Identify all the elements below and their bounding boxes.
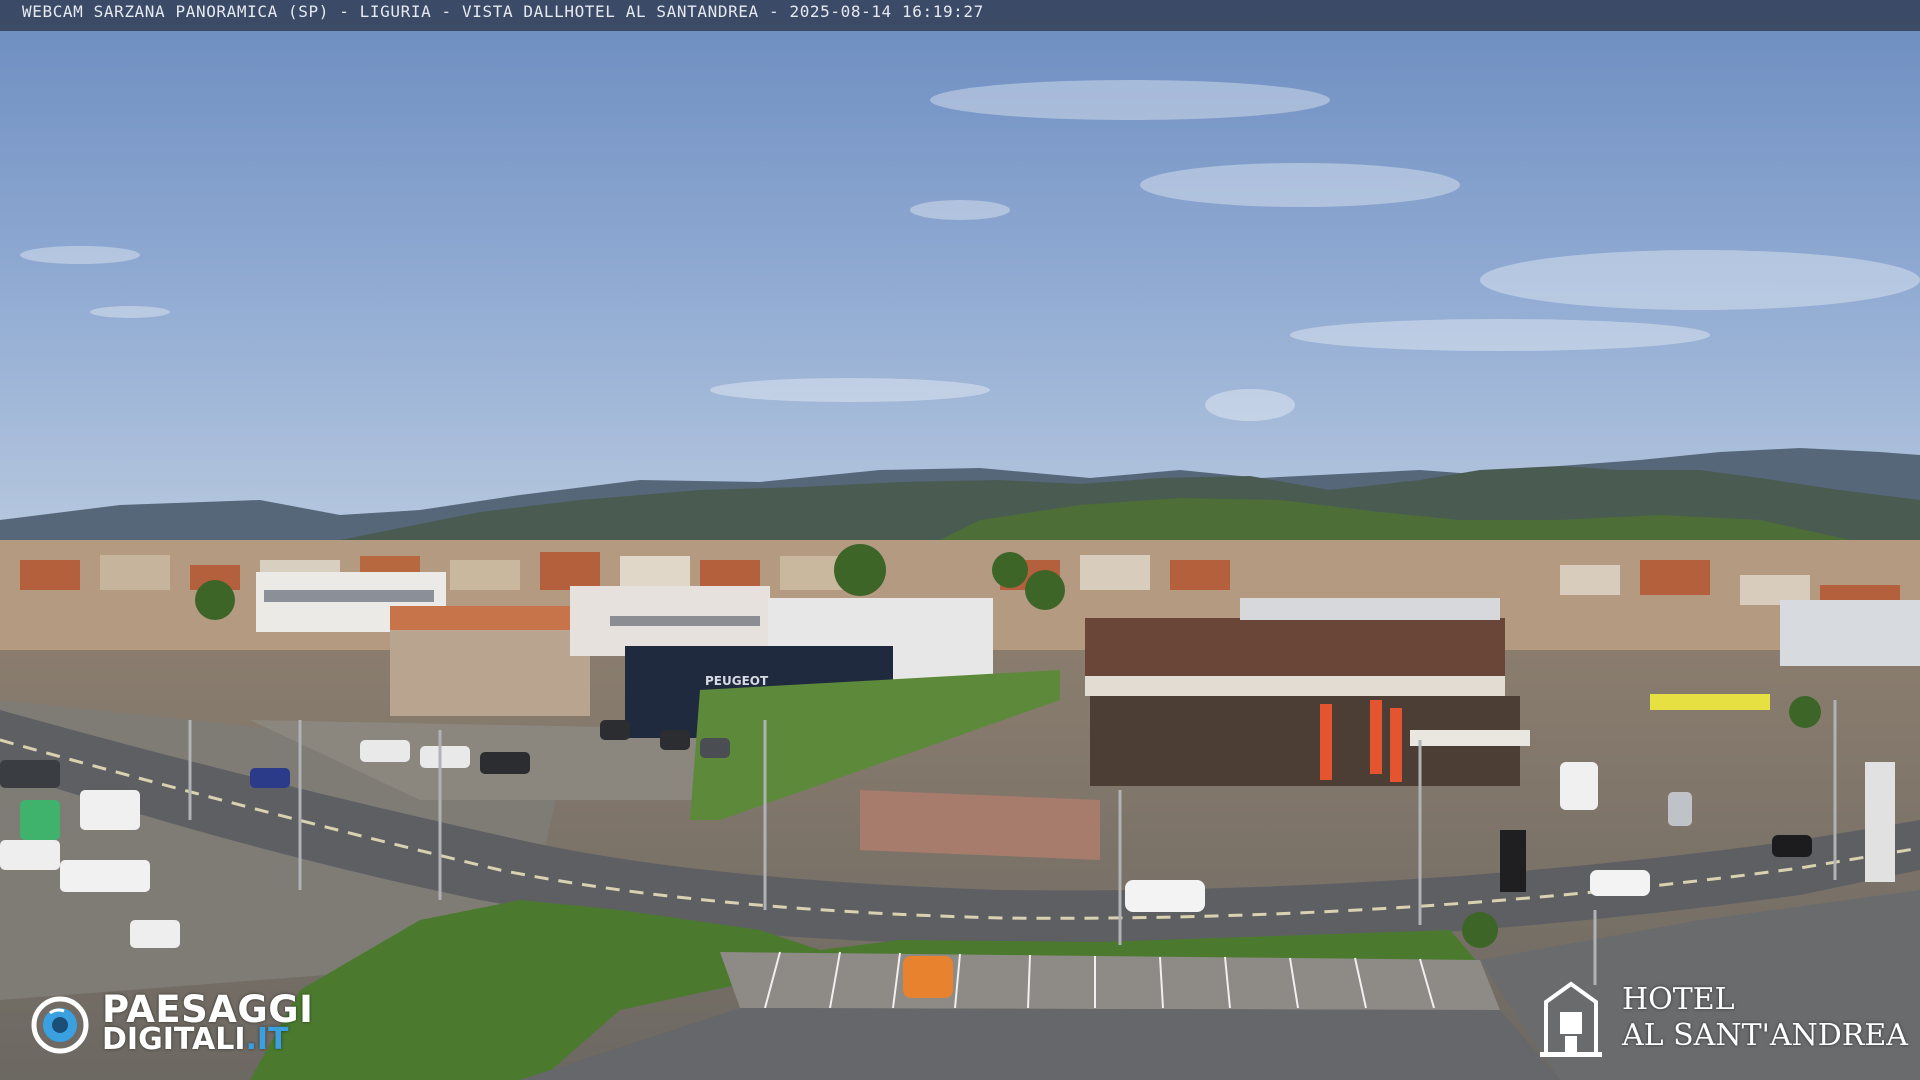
peugeot-sign: PEUGEOT	[705, 674, 769, 688]
sign-pylon	[1865, 762, 1895, 882]
camera-lens-icon	[31, 996, 89, 1054]
hotel-logo-text: HOTEL AL SANT'ANDREA	[1622, 982, 1908, 1054]
restaurant-roof	[1240, 598, 1500, 620]
logo-line1: PAESAGGI	[102, 988, 314, 1031]
hotel-building-icon	[1540, 981, 1602, 1057]
hotel-sant-andrea-logo: HOTEL AL SANT'ANDREA	[1538, 978, 1908, 1058]
warehouse-right	[1780, 600, 1920, 666]
restaurant-canopy	[1085, 676, 1505, 696]
caption-text: WEBCAM SARZANA PANORAMICA (SP) - LIGURIA…	[22, 2, 984, 21]
office-building-windows	[610, 616, 760, 626]
blurred-building-roof	[390, 606, 590, 630]
restaurant-banner	[1410, 730, 1530, 746]
webcam-scene: PEUGEOT	[0, 0, 1920, 1080]
white-building-left-windows	[264, 590, 434, 602]
yellow-banner	[1650, 694, 1770, 710]
parking-foreground	[720, 952, 1500, 1010]
hotel-line2: AL SANT'ANDREA	[1622, 1018, 1908, 1053]
road-sign	[1500, 830, 1526, 892]
webcam-frame: PEUGEOT WEBCAM SARZANA PANORAMICA (SP) -…	[0, 0, 1920, 1080]
logo-tld: .IT	[245, 1022, 289, 1057]
webcam-caption: WEBCAM SARZANA PANORAMICA (SP) - LIGURIA…	[0, 0, 1920, 31]
logo-line2: DIGITALI.IT	[102, 1025, 313, 1055]
restaurant-plaza	[860, 790, 1100, 860]
paesaggi-digitali-logo: PAESAGGI DIGITALI.IT	[30, 990, 313, 1060]
logo-text: PAESAGGI DIGITALI.IT	[102, 988, 314, 1055]
hotel-line1: HOTEL	[1622, 982, 1735, 1017]
logo-domain: DIGITALI	[102, 1022, 246, 1057]
